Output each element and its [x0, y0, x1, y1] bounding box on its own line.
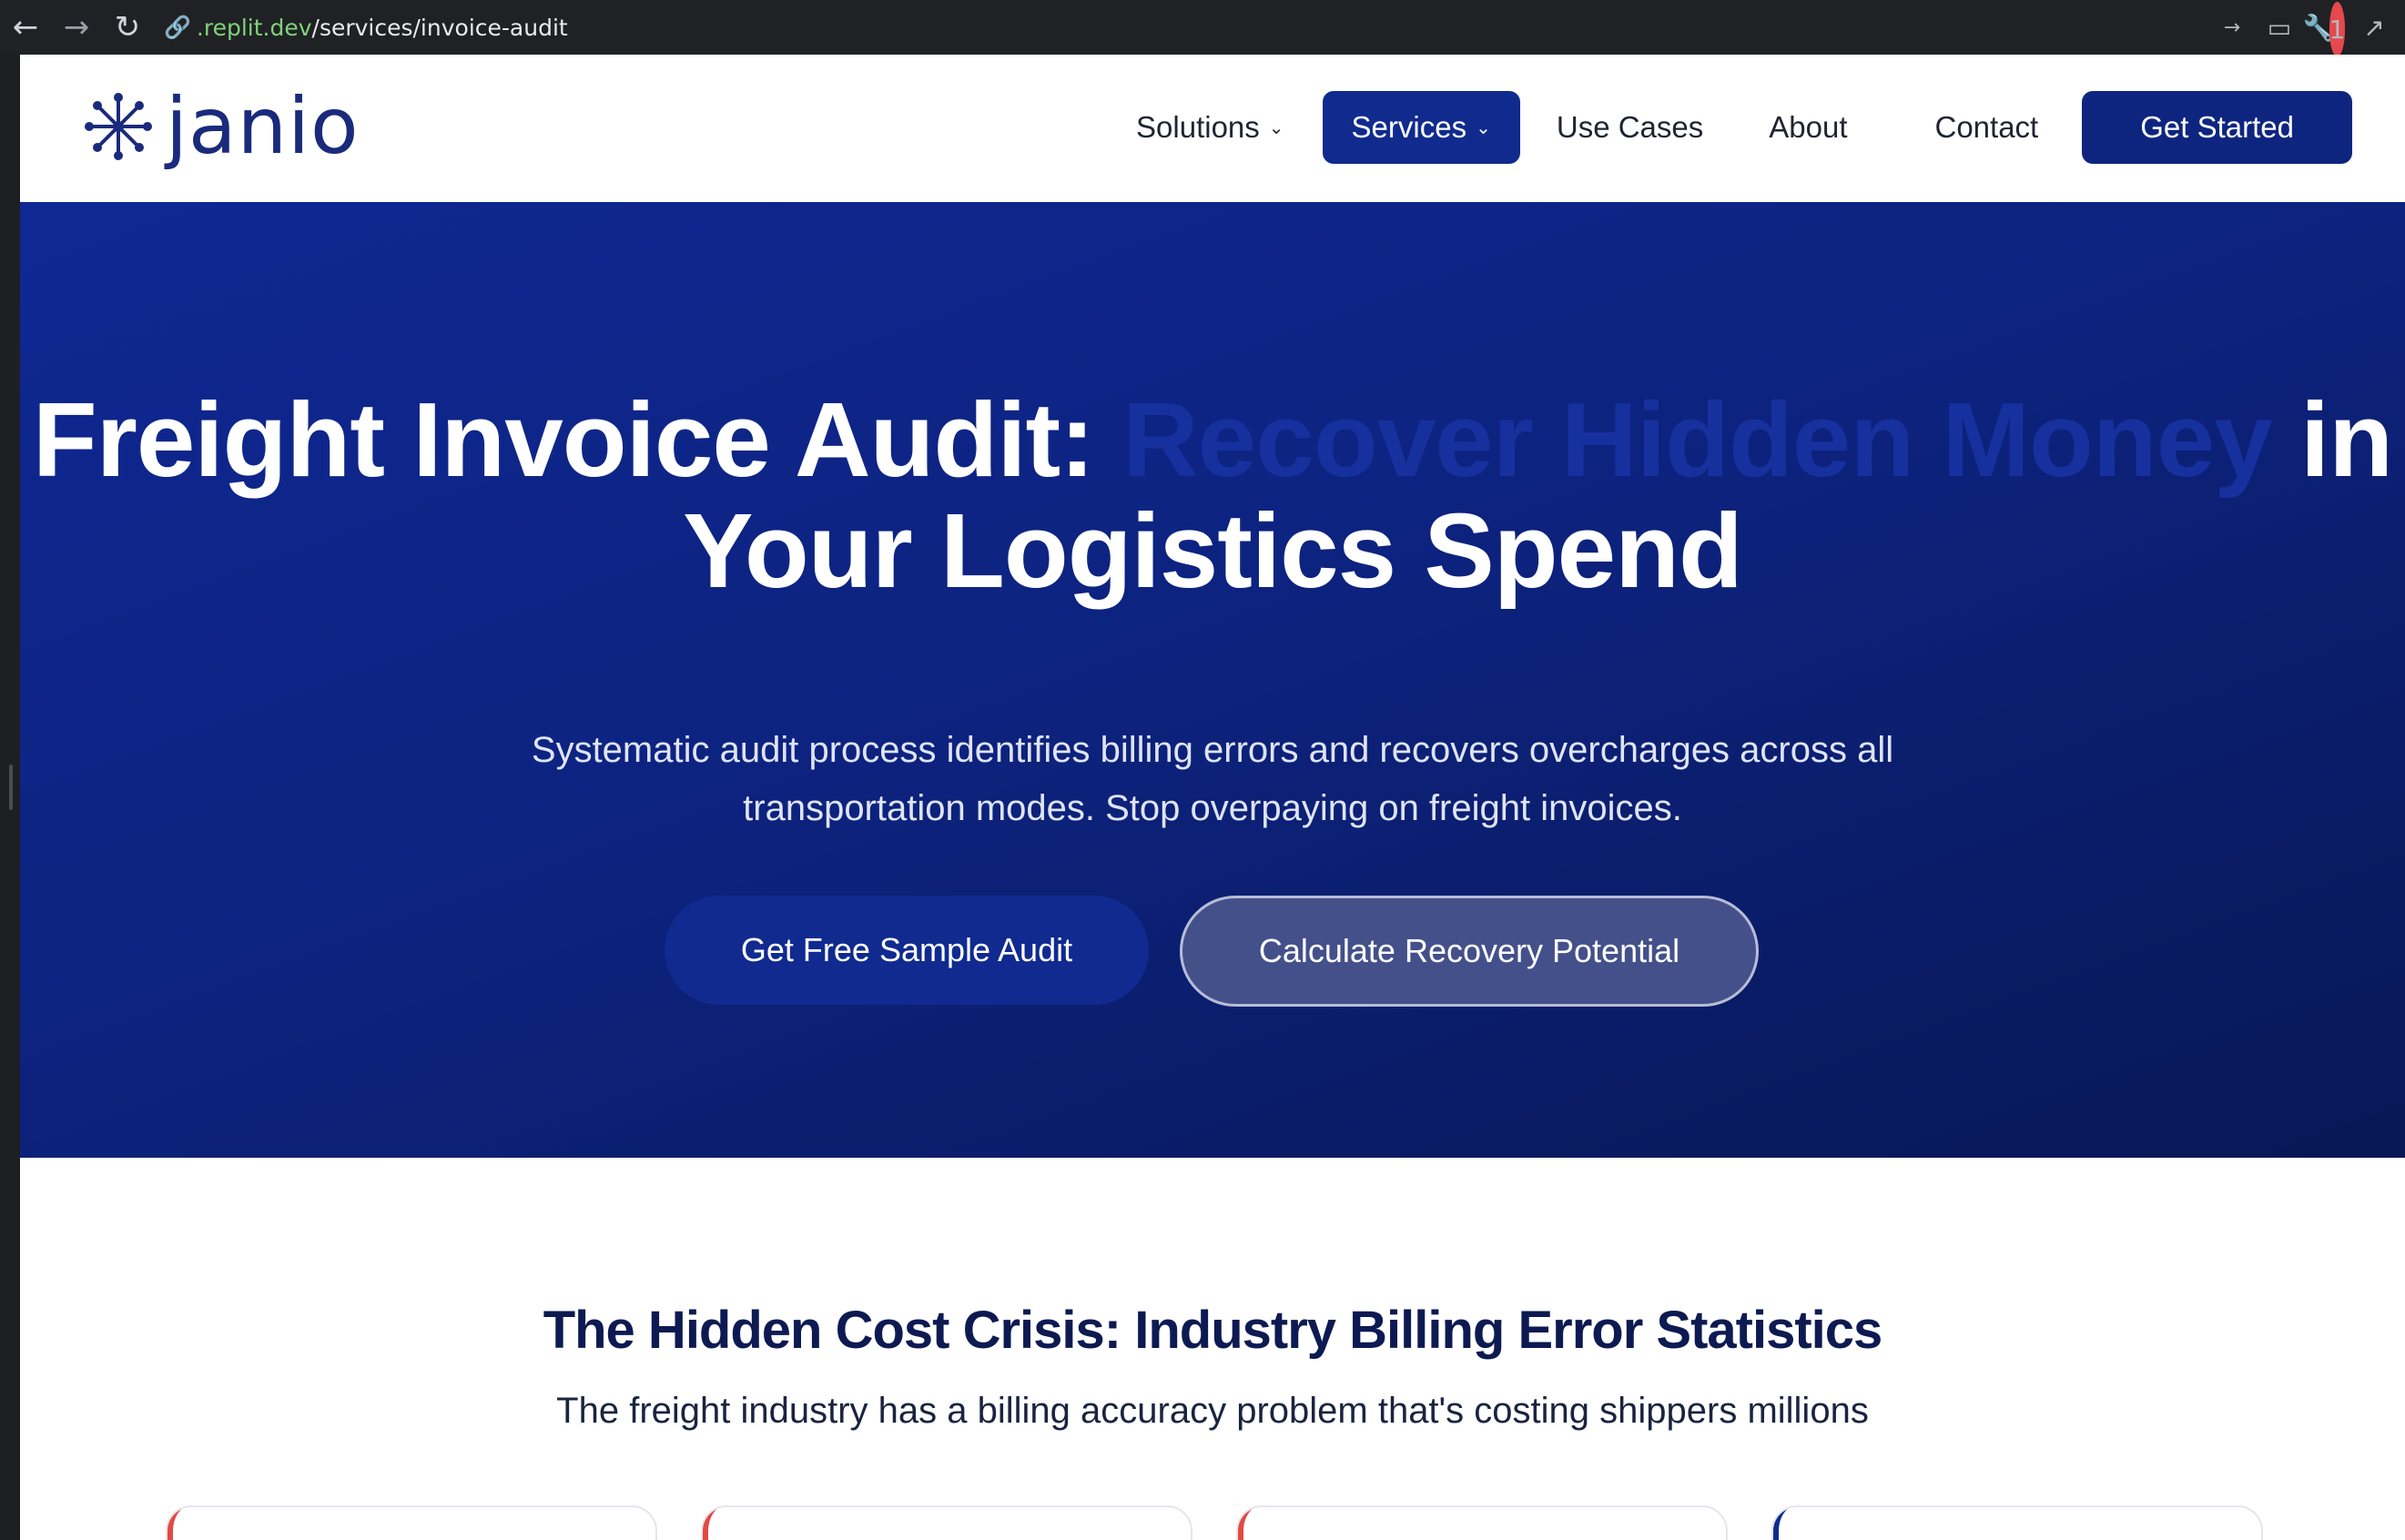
card-accent: [1773, 1507, 1806, 1540]
nav-use-cases[interactable]: Use Cases: [1557, 91, 1703, 164]
nav-services-label: Services: [1351, 110, 1467, 144]
calculate-recovery-button[interactable]: Calculate Recovery Potential: [1180, 896, 1759, 1007]
get-started-button[interactable]: Get Started: [2082, 91, 2352, 164]
notification-badge: 1: [2329, 2, 2346, 56]
logo[interactable]: janio: [84, 87, 360, 166]
brand-name: janio: [166, 81, 360, 172]
link-icon: 🔗: [164, 15, 191, 40]
stat-card: [1771, 1505, 2263, 1540]
hero-subtitle-line2: transportation modes. Stop overpaying on…: [743, 788, 1682, 828]
chevron-down-icon: ⌄: [1476, 117, 1491, 138]
main-nav: Solutions ⌄ Services ⌄ Use Cases About C…: [1136, 91, 2352, 164]
hero-section: Freight Invoice Audit: Recover Hidden Mo…: [20, 202, 2405, 1158]
forward-icon[interactable]: →: [51, 0, 102, 55]
nav-services[interactable]: Services ⌄: [1322, 91, 1520, 164]
resize-handle[interactable]: [9, 765, 13, 810]
wrench-icon[interactable]: 🔧 1: [2303, 0, 2350, 56]
hero-title: Freight Invoice Audit: Recover Hidden Mo…: [20, 384, 2405, 606]
hero-title-part1: Freight Invoice Audit:: [32, 380, 1123, 499]
nav-about[interactable]: About: [1769, 91, 1847, 164]
stat-card: [701, 1505, 1192, 1540]
janio-logo-icon: [85, 93, 152, 160]
card-accent: [1238, 1507, 1271, 1540]
side-panel-edge: [0, 55, 20, 1540]
hero-subtitle: Systematic audit process identifies bill…: [20, 721, 2405, 837]
stat-card: [1236, 1505, 1728, 1540]
stats-subtitle: The freight industry has a billing accur…: [556, 1391, 1869, 1431]
card-accent: [167, 1507, 200, 1540]
free-sample-audit-button[interactable]: Get Free Sample Audit: [665, 896, 1149, 1005]
browser-toolbar: ← → ↻ 🔗 .replit.dev /services/invoice-au…: [0, 0, 2405, 56]
nav-solutions-label: Solutions: [1136, 110, 1260, 144]
hero-subtitle-line1: Systematic audit process identifies bill…: [531, 730, 1894, 770]
nav-contact-label: Contact: [1934, 110, 2039, 144]
card-accent: [703, 1507, 736, 1540]
site-header: janio Solutions ⌄ Services ⌄ Use Cases A…: [20, 55, 2405, 202]
nav-about-label: About: [1769, 110, 1848, 144]
back-icon[interactable]: ←: [0, 0, 51, 55]
stats-title: The Hidden Cost Crisis: Industry Billing…: [543, 1301, 1883, 1360]
url-path: /services/invoice-audit: [311, 14, 568, 41]
nav-use-cases-label: Use Cases: [1556, 110, 1704, 144]
stat-card: [166, 1505, 657, 1540]
hero-title-highlight: Recover Hidden Money: [1122, 380, 2273, 499]
forward-small-icon[interactable]: →: [2208, 0, 2256, 55]
url-domain: .replit.dev: [196, 14, 312, 41]
chevron-down-icon: ⌄: [1268, 117, 1284, 138]
monitor-icon[interactable]: ▭: [2256, 0, 2303, 55]
reload-icon[interactable]: ↻: [102, 0, 153, 55]
webpage: janio Solutions ⌄ Services ⌄ Use Cases A…: [20, 55, 2405, 1540]
nav-contact[interactable]: Contact: [1935, 91, 2039, 164]
nav-solutions[interactable]: Solutions ⌄: [1136, 91, 1284, 164]
external-link-icon[interactable]: ↗: [2350, 0, 2398, 55]
address-bar[interactable]: 🔗 .replit.dev /services/invoice-audit: [164, 15, 568, 41]
